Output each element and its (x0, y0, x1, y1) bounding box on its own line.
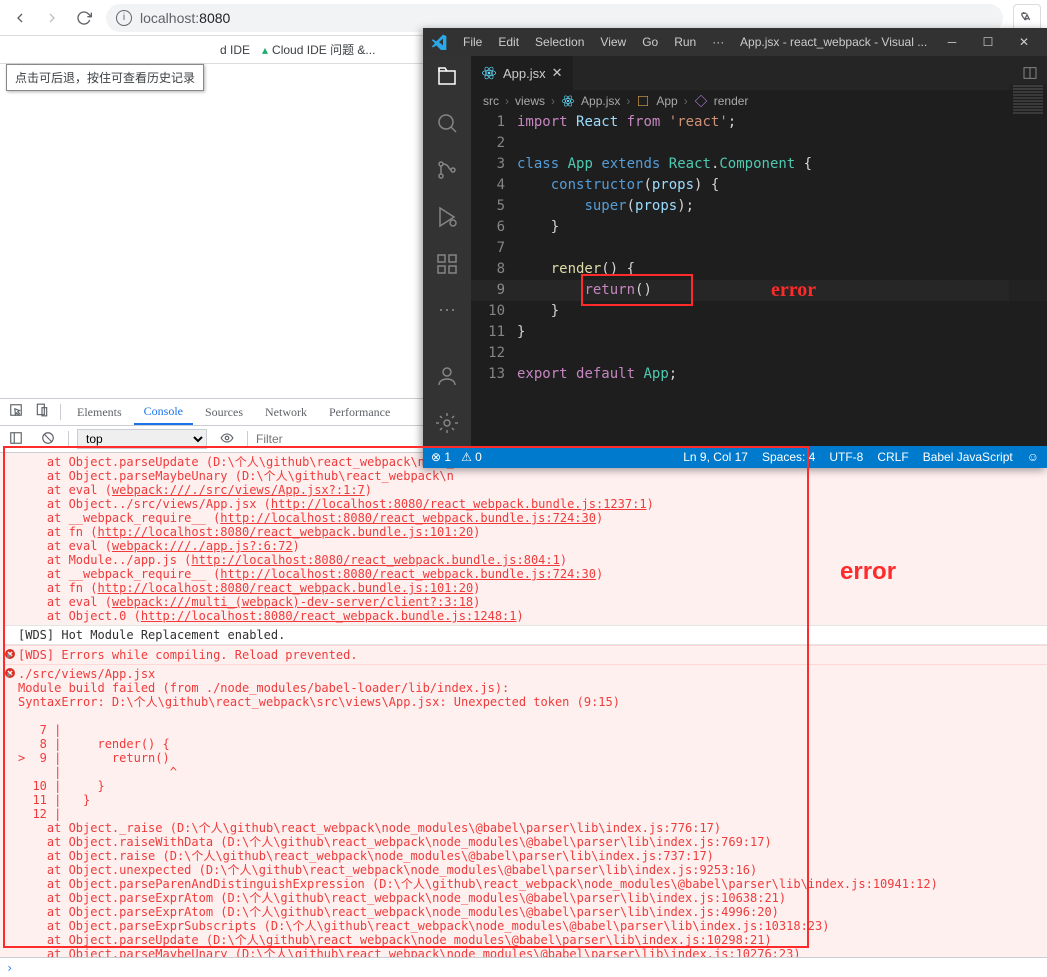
bookmark-item[interactable]: ▴Cloud IDE 问题 &... (262, 41, 375, 58)
menu-more[interactable]: ··· (706, 33, 730, 51)
forward-button[interactable] (38, 4, 66, 32)
editor-area: App.jsx ✕ src› views› App.jsx› App› rend… (471, 56, 1047, 446)
explorer-icon[interactable] (435, 64, 459, 91)
status-spaces[interactable]: Spaces: 4 (762, 450, 815, 464)
menu-edit[interactable]: Edit (492, 33, 525, 51)
error-annotation: error (840, 558, 896, 586)
clear-console-icon[interactable] (36, 431, 60, 448)
max-button[interactable]: ☐ (973, 35, 1003, 49)
status-eol[interactable]: CRLF (877, 450, 908, 464)
bookmark-item[interactable]: d IDE (220, 43, 250, 57)
status-feedback-icon[interactable]: ☺ (1027, 450, 1039, 464)
code-editor[interactable]: 12345678910111213 import React from 'rea… (471, 112, 1047, 446)
tab-row: App.jsx ✕ (471, 56, 1047, 90)
breadcrumb[interactable]: src› views› App.jsx› App› render (471, 90, 1047, 112)
tab-performance[interactable]: Performance (319, 399, 400, 425)
vscode-menu: File Edit Selection View Go Run ··· (457, 33, 730, 51)
editor-tab[interactable]: App.jsx ✕ (471, 56, 574, 90)
inspect-element-icon[interactable] (4, 403, 28, 421)
vscode-logo-icon (431, 34, 447, 50)
live-expression-icon[interactable] (215, 431, 239, 448)
tab-label: App.jsx (503, 66, 546, 81)
tab-close-icon[interactable]: ✕ (552, 65, 563, 81)
min-button[interactable]: ─ (937, 35, 967, 49)
extensions-icon[interactable] (435, 252, 459, 279)
scm-icon[interactable] (435, 158, 459, 185)
vscode-window: File Edit Selection View Go Run ··· App.… (423, 28, 1047, 468)
status-position[interactable]: Ln 9, Col 17 (683, 450, 748, 464)
account-icon[interactable] (435, 364, 459, 391)
tab-network[interactable]: Network (255, 399, 317, 425)
status-warnings[interactable]: ⚠ 0 (461, 450, 482, 464)
console-prompt[interactable]: › (0, 957, 1047, 977)
menu-run[interactable]: Run (668, 33, 702, 51)
vscode-window-title: App.jsx - react_webpack - Visual ... (730, 35, 937, 49)
back-button[interactable] (6, 4, 34, 32)
context-select[interactable]: top (77, 429, 207, 449)
settings-icon[interactable] (435, 411, 459, 438)
status-bar: ⊗ 1 ⚠ 0 Ln 9, Col 17 Spaces: 4 UTF-8 CRL… (423, 446, 1047, 468)
site-info-icon[interactable]: i (116, 10, 132, 26)
menu-go[interactable]: Go (636, 33, 664, 51)
menu-file[interactable]: File (457, 33, 488, 51)
status-language[interactable]: Babel JavaScript (923, 450, 1013, 464)
close-button[interactable]: ✕ (1009, 35, 1039, 49)
tab-console[interactable]: Console (134, 399, 193, 425)
error-highlight-box (581, 274, 693, 306)
vscode-titlebar[interactable]: File Edit Selection View Go Run ··· App.… (423, 28, 1047, 56)
tab-elements[interactable]: Elements (67, 399, 132, 425)
url-host: localhost: (140, 10, 199, 26)
activity-bar: ··· (423, 56, 471, 446)
url-port: 8080 (199, 10, 230, 26)
search-icon[interactable] (435, 111, 459, 138)
class-icon (636, 94, 650, 108)
console-sidebar-toggle-icon[interactable] (4, 431, 28, 448)
method-icon (694, 94, 708, 108)
error-annotation: error (771, 280, 816, 301)
device-toggle-icon[interactable] (30, 403, 54, 421)
status-errors[interactable]: ⊗ 1 (431, 450, 451, 464)
react-icon (561, 94, 575, 108)
debug-icon[interactable] (435, 205, 459, 232)
console-output[interactable]: at Object.parseUpdate (D:\个人\github\reac… (0, 453, 1047, 957)
reload-button[interactable] (70, 4, 98, 32)
status-encoding[interactable]: UTF-8 (829, 450, 863, 464)
devtools-panel: Elements Console Sources Network Perform… (0, 398, 1047, 977)
minimap[interactable] (1009, 84, 1047, 446)
menu-view[interactable]: View (594, 33, 632, 51)
filter-input[interactable] (256, 429, 416, 449)
menu-selection[interactable]: Selection (529, 33, 590, 51)
react-icon (481, 65, 497, 81)
more-icon[interactable]: ··· (438, 299, 456, 320)
tab-sources[interactable]: Sources (195, 399, 253, 425)
back-tooltip: 点击可后退，按住可查看历史记录 (6, 64, 204, 91)
